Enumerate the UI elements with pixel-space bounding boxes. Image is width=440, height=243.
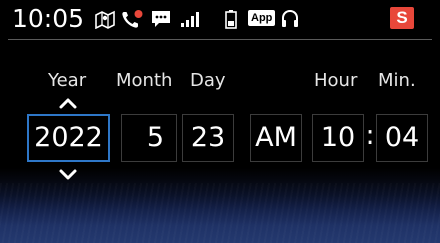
decrement-chevron-down-icon[interactable]: [57, 168, 79, 182]
ampm-field[interactable]: AM: [250, 114, 302, 162]
time-separator: :: [365, 120, 375, 151]
year-field[interactable]: 2022: [27, 114, 110, 162]
headset-icon: [282, 9, 298, 27]
s-icon: S: [390, 7, 414, 29]
signal-icon: [181, 12, 199, 27]
month-label: Month: [116, 70, 173, 91]
missed-call-icon: [122, 10, 143, 28]
minute-field[interactable]: 04: [376, 114, 428, 162]
battery-icon: [225, 10, 237, 29]
status-bar-divider: [8, 39, 432, 40]
increment-chevron-up-icon[interactable]: [57, 96, 79, 110]
month-field[interactable]: 5: [121, 114, 177, 162]
hour-label: Hour: [314, 70, 358, 91]
message-icon: [152, 11, 170, 27]
navigation-icon: [95, 10, 115, 29]
minute-label: Min.: [378, 70, 416, 91]
status-clock: 10:05: [12, 4, 85, 33]
app-icon: App: [248, 10, 276, 26]
year-label: Year: [48, 70, 87, 91]
background-sheen: [0, 183, 440, 243]
date-time-settings-screen: 10:05 App S Year Month Day Hour Min. 202…: [0, 0, 440, 243]
hour-field[interactable]: 10: [312, 114, 364, 162]
day-field[interactable]: 23: [182, 114, 234, 162]
day-label: Day: [190, 70, 226, 91]
status-bar: 10:05 App S: [0, 0, 440, 40]
